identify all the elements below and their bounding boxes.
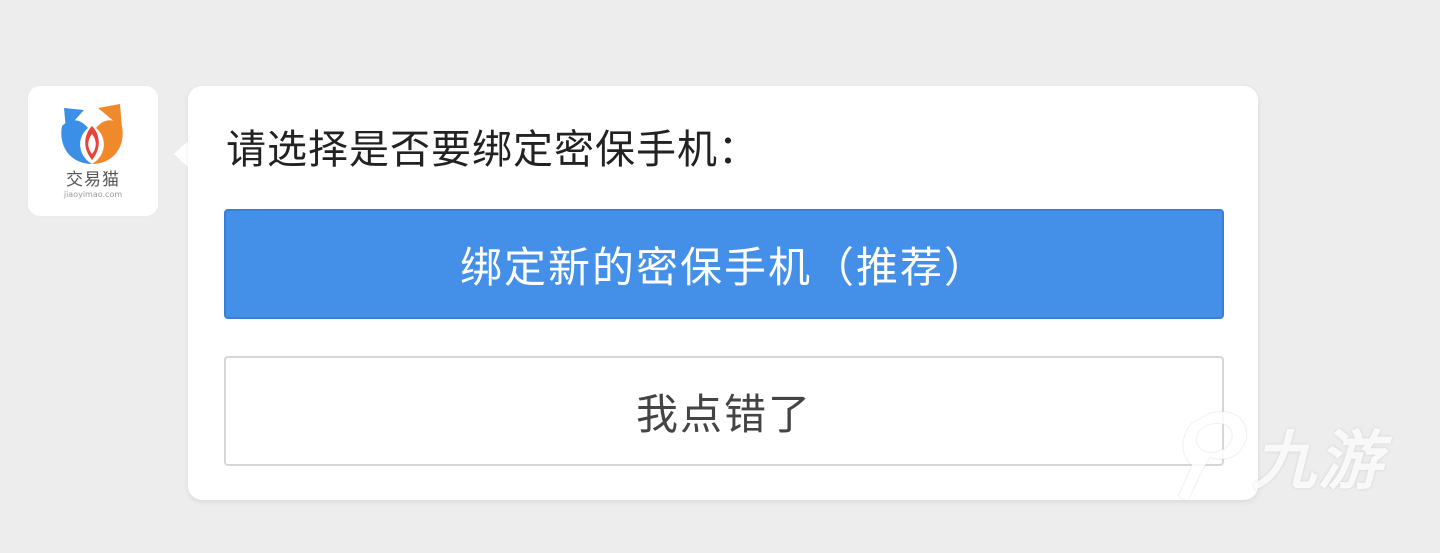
- bubble-tail: [174, 140, 189, 168]
- watermark-text: 九游: [1252, 425, 1384, 499]
- message-bubble: 请选择是否要绑定密保手机： 绑定新的密保手机（推荐） 我点错了: [188, 86, 1258, 500]
- bot-avatar[interactable]: 交易猫 jiaoyimao.com: [28, 86, 158, 216]
- bind-new-phone-button[interactable]: 绑定新的密保手机（推荐）: [224, 209, 1224, 319]
- question-text: 请选择是否要绑定密保手机：: [226, 127, 759, 173]
- brand-domain: jiaoyimao.com: [63, 190, 123, 199]
- jiuyou-logo-icon: [1177, 411, 1248, 502]
- brand-name: 交易猫: [66, 170, 120, 190]
- mistake-button[interactable]: 我点错了: [224, 356, 1224, 466]
- watermark: 九游: [1170, 405, 1410, 515]
- jiaoyimao-logo-icon: [61, 104, 123, 164]
